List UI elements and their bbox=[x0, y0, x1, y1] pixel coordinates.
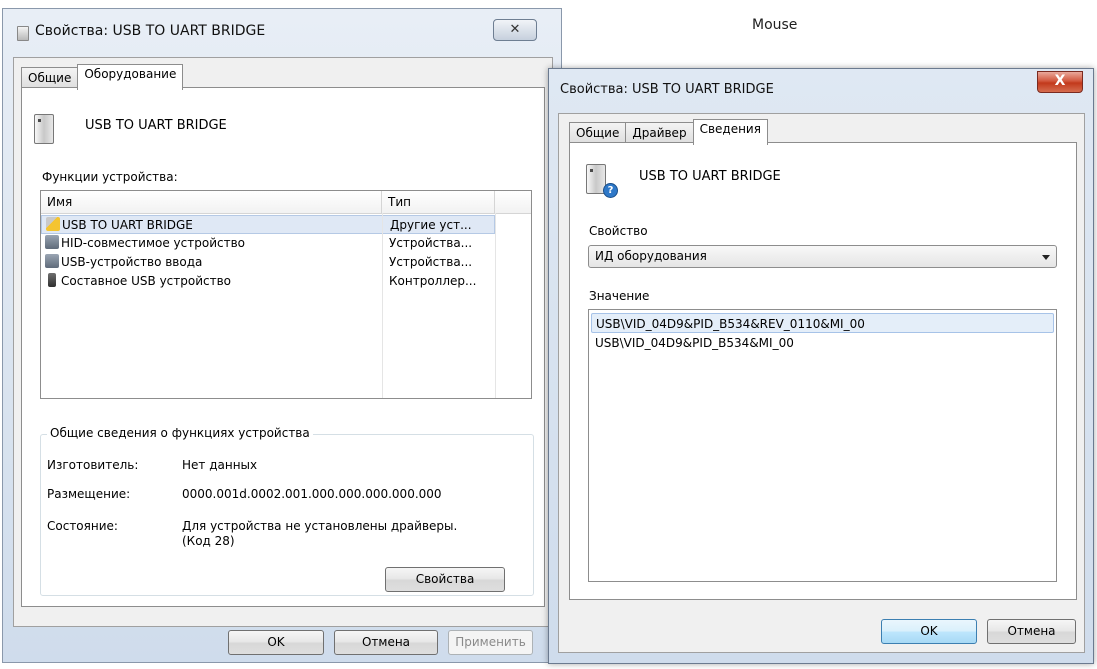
close-icon: X bbox=[1054, 73, 1066, 89]
property-selected-value: ИД оборудования bbox=[595, 249, 707, 263]
location-value: 0000.001d.0002.001.000.000.000.000.000 bbox=[182, 487, 442, 501]
value-label: Значение bbox=[589, 289, 650, 303]
column-header-type[interactable]: Тип bbox=[382, 191, 495, 213]
device-functions-list[interactable]: Имя Тип USB TO UART BRIDGE Другие уст...… bbox=[40, 190, 532, 399]
item-type: Устройства... bbox=[389, 255, 473, 269]
status-value-line1: Для устройства не установлены драйверы. bbox=[182, 519, 458, 533]
tab-panel-details: ? USB TO UART BRIDGE Свойство ИД оборудо… bbox=[569, 142, 1077, 600]
item-name: HID-совместимое устройство bbox=[61, 236, 246, 250]
device-name: USB TO UART BRIDGE bbox=[639, 169, 781, 184]
hid-device-icon bbox=[45, 254, 59, 268]
close-icon: ✕ bbox=[509, 22, 521, 37]
list-header: Имя Тип bbox=[41, 191, 531, 214]
hid-device-icon bbox=[45, 235, 59, 249]
device-icon bbox=[34, 114, 54, 144]
apply-button[interactable]: Применить bbox=[448, 630, 533, 655]
tab-general[interactable]: Общие bbox=[21, 67, 79, 89]
status-label: Состояние: bbox=[47, 519, 118, 533]
tab-driver[interactable]: Драйвер bbox=[625, 122, 694, 144]
close-button[interactable]: ✕ bbox=[493, 19, 537, 41]
item-type: Другие уст... bbox=[390, 218, 472, 232]
dialog-body: Общие Оборудование USB TO UART BRIDGE Фу… bbox=[13, 57, 553, 627]
window-icon bbox=[17, 26, 29, 41]
list-item[interactable]: Составное USB устройство Контроллер... bbox=[41, 272, 495, 291]
item-name: Составное USB устройство bbox=[61, 274, 232, 288]
summary-groupbox: Общие сведения о функциях устройства Изг… bbox=[40, 426, 534, 596]
property-dropdown[interactable]: ИД оборудования bbox=[588, 245, 1057, 268]
tab-hardware[interactable]: Оборудование bbox=[77, 64, 184, 90]
column-divider bbox=[495, 213, 496, 398]
properties-button[interactable]: Свойства bbox=[385, 567, 505, 592]
window-title: Свойства: USB TO UART BRIDGE bbox=[35, 23, 266, 39]
device-name: USB TO UART BRIDGE bbox=[85, 118, 227, 133]
title-bar[interactable]: Свойства: USB TO UART BRIDGE ✕ bbox=[3, 9, 561, 57]
manufacturer-label: Изготовитель: bbox=[47, 458, 139, 472]
tab-panel-hardware: USB TO UART BRIDGE Функции устройства: И… bbox=[21, 87, 545, 607]
dialog-body: Общие Драйвер Сведения ? USB TO UART BRI… bbox=[558, 113, 1085, 653]
value-list[interactable]: USB\VID_04D9&PID_B534&REV_0110&MI_00 USB… bbox=[588, 309, 1057, 582]
item-name: USB-устройство ввода bbox=[61, 255, 203, 269]
cancel-button[interactable]: Отмена bbox=[334, 630, 438, 655]
properties-window-details: Свойства: USB TO UART BRIDGE X Общие Дра… bbox=[548, 68, 1094, 664]
question-mark-icon: ? bbox=[603, 183, 618, 198]
list-item[interactable]: USB-устройство ввода Устройства... bbox=[41, 253, 495, 272]
background-window-text: Mouse bbox=[752, 17, 798, 33]
window-title[interactable]: Свойства: USB TO UART BRIDGE bbox=[560, 82, 774, 97]
manufacturer-value: Нет данных bbox=[182, 458, 258, 472]
chevron-down-icon bbox=[1042, 255, 1050, 260]
close-button[interactable]: X bbox=[1037, 71, 1083, 93]
list-item[interactable]: USB\VID_04D9&PID_B534&MI_00 bbox=[591, 333, 1054, 353]
column-header-name[interactable]: Имя bbox=[41, 191, 382, 213]
warning-device-icon bbox=[46, 217, 60, 231]
item-type: Устройства... bbox=[389, 236, 473, 250]
location-label: Размещение: bbox=[47, 487, 131, 501]
ok-button[interactable]: OK bbox=[881, 619, 977, 644]
cancel-button[interactable]: Отмена bbox=[987, 619, 1076, 644]
item-name: USB TO UART BRIDGE bbox=[62, 218, 193, 232]
properties-window-hardware: Свойства: USB TO UART BRIDGE ✕ Общие Обо… bbox=[2, 8, 562, 663]
tab-details[interactable]: Сведения bbox=[692, 119, 768, 145]
list-item[interactable]: USB TO UART BRIDGE Другие уст... bbox=[41, 215, 495, 234]
item-type: Контроллер... bbox=[389, 274, 477, 288]
list-item[interactable]: USB\VID_04D9&PID_B534&REV_0110&MI_00 bbox=[591, 313, 1054, 333]
status-value-line2: (Код 28) bbox=[182, 534, 235, 548]
usb-plug-icon bbox=[48, 273, 56, 287]
ok-button[interactable]: OK bbox=[228, 630, 324, 655]
functions-label: Функции устройства: bbox=[42, 170, 178, 184]
property-label: Свойство bbox=[589, 224, 648, 238]
tab-general[interactable]: Общие bbox=[569, 122, 627, 144]
summary-title: Общие сведения о функциях устройства bbox=[47, 426, 313, 440]
column-divider bbox=[382, 213, 383, 398]
list-item[interactable]: HID-совместимое устройство Устройства... bbox=[41, 234, 495, 253]
